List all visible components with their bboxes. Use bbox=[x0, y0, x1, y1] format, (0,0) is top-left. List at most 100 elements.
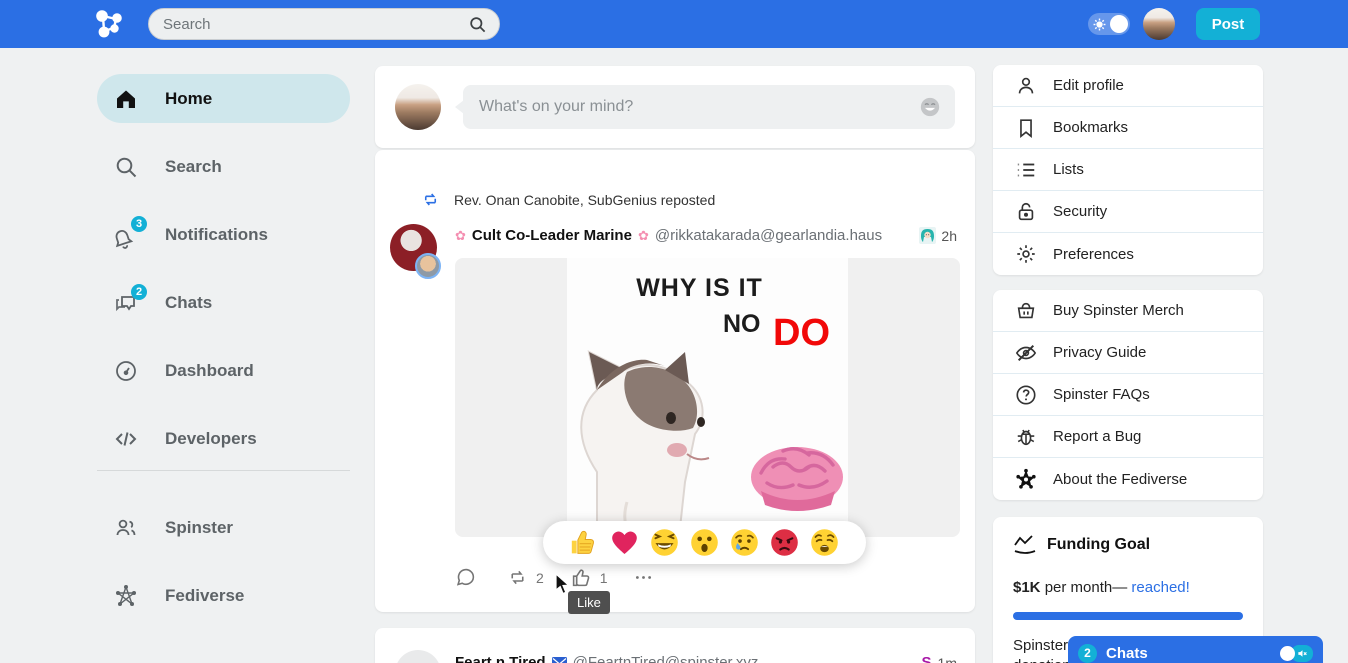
grey-laughing-emoji-icon[interactable] bbox=[919, 96, 941, 118]
funding-amount: $1K bbox=[1013, 579, 1041, 596]
menu-item-faqs[interactable]: Spinster FAQs bbox=[993, 374, 1263, 416]
menu-item-preferences[interactable]: Preferences bbox=[993, 233, 1263, 275]
comment-button[interactable] bbox=[455, 567, 476, 588]
reaction-love-icon[interactable] bbox=[610, 528, 639, 557]
menu-item-label: Lists bbox=[1053, 161, 1084, 178]
menu-item-report-bug[interactable]: Report a Bug bbox=[993, 416, 1263, 458]
post-timestamp[interactable]: 2h bbox=[941, 228, 957, 244]
sidebar-item-chats[interactable]: 2 Chats bbox=[97, 278, 350, 327]
sidebar-item-label: Dashboard bbox=[165, 361, 254, 381]
next-post-author-row: Feart n Tired @FeartnTired@spinster.xyz … bbox=[455, 654, 957, 663]
sidebar-item-notifications[interactable]: 3 Notifications bbox=[97, 210, 350, 259]
home-icon bbox=[114, 87, 138, 111]
sidebar-item-label: Fediverse bbox=[165, 586, 244, 606]
basket-icon bbox=[1015, 300, 1037, 322]
code-icon bbox=[114, 427, 138, 451]
spinster-logo-icon[interactable] bbox=[95, 9, 125, 39]
bug-icon bbox=[1015, 426, 1037, 448]
funding-reached-link[interactable]: reached! bbox=[1131, 579, 1189, 596]
sidebar-item-label: Developers bbox=[165, 429, 257, 449]
notifications-count-badge: 3 bbox=[131, 216, 147, 232]
speaker-mute-icon bbox=[1297, 648, 1308, 659]
people-icon bbox=[114, 516, 138, 540]
menu-item-edit-profile[interactable]: Edit profile bbox=[993, 65, 1263, 107]
toggle-knob bbox=[1280, 646, 1295, 661]
sidebar-item-search[interactable]: Search bbox=[97, 142, 350, 191]
sidebar-item-developers[interactable]: Developers bbox=[97, 414, 350, 463]
reaction-haha-icon[interactable] bbox=[650, 528, 679, 557]
post-author-handle[interactable]: @rikkatakarada@gearlandia.haus bbox=[655, 227, 882, 244]
cherry-blossom-icon: ✿ bbox=[455, 228, 466, 244]
chats-dock-badge: 2 bbox=[1078, 644, 1097, 663]
like-tooltip: Like bbox=[568, 591, 610, 614]
search-input[interactable] bbox=[163, 16, 468, 33]
next-post-avatar[interactable] bbox=[395, 650, 441, 663]
account-avatar[interactable] bbox=[1143, 8, 1175, 40]
menu-item-bookmarks[interactable]: Bookmarks bbox=[993, 107, 1263, 149]
lock-icon bbox=[1015, 201, 1037, 223]
post-author-name[interactable]: Cult Co-Leader Marine bbox=[472, 227, 632, 244]
meme-image: WHY IS IT NO DO bbox=[567, 258, 848, 537]
repost-count: 2 bbox=[536, 570, 544, 586]
next-post-timestamp[interactable]: 1m bbox=[938, 655, 957, 663]
bell-icon: 3 bbox=[114, 223, 138, 247]
cherry-blossom-icon: ✿ bbox=[638, 228, 649, 244]
menu-item-label: Edit profile bbox=[1053, 77, 1124, 94]
list-icon bbox=[1015, 159, 1037, 181]
next-post-author-handle[interactable]: @FeartnTired@spinster.xyz bbox=[573, 654, 759, 663]
menu-item-about-fediverse[interactable]: About the Fediverse bbox=[993, 458, 1263, 500]
post-media[interactable]: WHY IS IT NO DO bbox=[455, 258, 960, 537]
sidebar-item-label: Notifications bbox=[165, 225, 268, 245]
next-post-card: Feart n Tired @FeartnTired@spinster.xyz … bbox=[375, 628, 975, 663]
comment-icon bbox=[455, 567, 476, 588]
menu-item-label: Report a Bug bbox=[1053, 428, 1141, 445]
bookmark-icon bbox=[1015, 117, 1037, 139]
search-icon[interactable] bbox=[468, 15, 487, 34]
menu-item-label: Bookmarks bbox=[1053, 119, 1128, 136]
composer-card: What's on your mind? bbox=[375, 66, 975, 148]
reposter-avatar[interactable] bbox=[415, 253, 441, 279]
funding-per-month: per month bbox=[1041, 579, 1113, 596]
instance-badge: S bbox=[922, 654, 932, 663]
reaction-like-icon[interactable] bbox=[570, 528, 599, 557]
chats-icon: 2 bbox=[114, 291, 138, 315]
account-menu-card: Edit profile Bookmarks Lists Security Pr… bbox=[993, 65, 1263, 275]
composer-input[interactable]: What's on your mind? bbox=[463, 85, 955, 129]
chats-dock-bar[interactable]: 2 Chats bbox=[1068, 636, 1323, 663]
sidebar-item-home[interactable]: Home bbox=[97, 74, 350, 123]
next-post-author-name[interactable]: Feart n Tired bbox=[455, 654, 546, 663]
envelope-icon bbox=[552, 657, 567, 663]
menu-item-buy-merch[interactable]: Buy Spinster Merch bbox=[993, 290, 1263, 332]
repost-button[interactable]: 2 bbox=[507, 567, 544, 588]
sidebar-item-label: Chats bbox=[165, 293, 212, 313]
fediverse-icon bbox=[114, 584, 138, 608]
reaction-angry-icon[interactable] bbox=[770, 528, 799, 557]
menu-item-lists[interactable]: Lists bbox=[993, 149, 1263, 191]
post-button[interactable]: Post bbox=[1196, 8, 1260, 40]
reaction-wow-icon[interactable] bbox=[690, 528, 719, 557]
menu-item-security[interactable]: Security bbox=[993, 191, 1263, 233]
composer-avatar[interactable] bbox=[395, 84, 441, 130]
sidebar-item-label: Spinster bbox=[165, 518, 233, 538]
menu-item-label: About the Fediverse bbox=[1053, 471, 1187, 488]
like-count: 1 bbox=[600, 570, 608, 586]
menu-item-privacy-guide[interactable]: Privacy Guide bbox=[993, 332, 1263, 374]
chats-sound-toggle[interactable] bbox=[1280, 645, 1313, 662]
like-button[interactable]: 1 bbox=[571, 567, 608, 588]
sun-icon bbox=[1093, 18, 1106, 31]
post-card: Rev. Onan Canobite, SubGenius reposted ✿… bbox=[375, 150, 975, 612]
search-icon bbox=[114, 155, 138, 179]
more-button[interactable] bbox=[633, 567, 654, 588]
cat-illustration bbox=[567, 322, 757, 537]
sidebar-item-spinster[interactable]: Spinster bbox=[97, 503, 350, 552]
theme-toggle[interactable] bbox=[1088, 13, 1130, 35]
search-bar[interactable] bbox=[148, 8, 500, 40]
reaction-weary-icon[interactable] bbox=[810, 528, 839, 557]
repost-line-text[interactable]: Rev. Onan Canobite, SubGenius reposted bbox=[454, 192, 715, 208]
eye-off-icon bbox=[1015, 342, 1037, 364]
sidebar-item-dashboard[interactable]: Dashboard bbox=[97, 346, 350, 395]
funding-dash: — bbox=[1112, 579, 1131, 596]
reaction-cry-icon[interactable] bbox=[730, 528, 759, 557]
sidebar-item-fediverse[interactable]: Fediverse bbox=[97, 571, 350, 620]
like-icon bbox=[571, 567, 592, 588]
